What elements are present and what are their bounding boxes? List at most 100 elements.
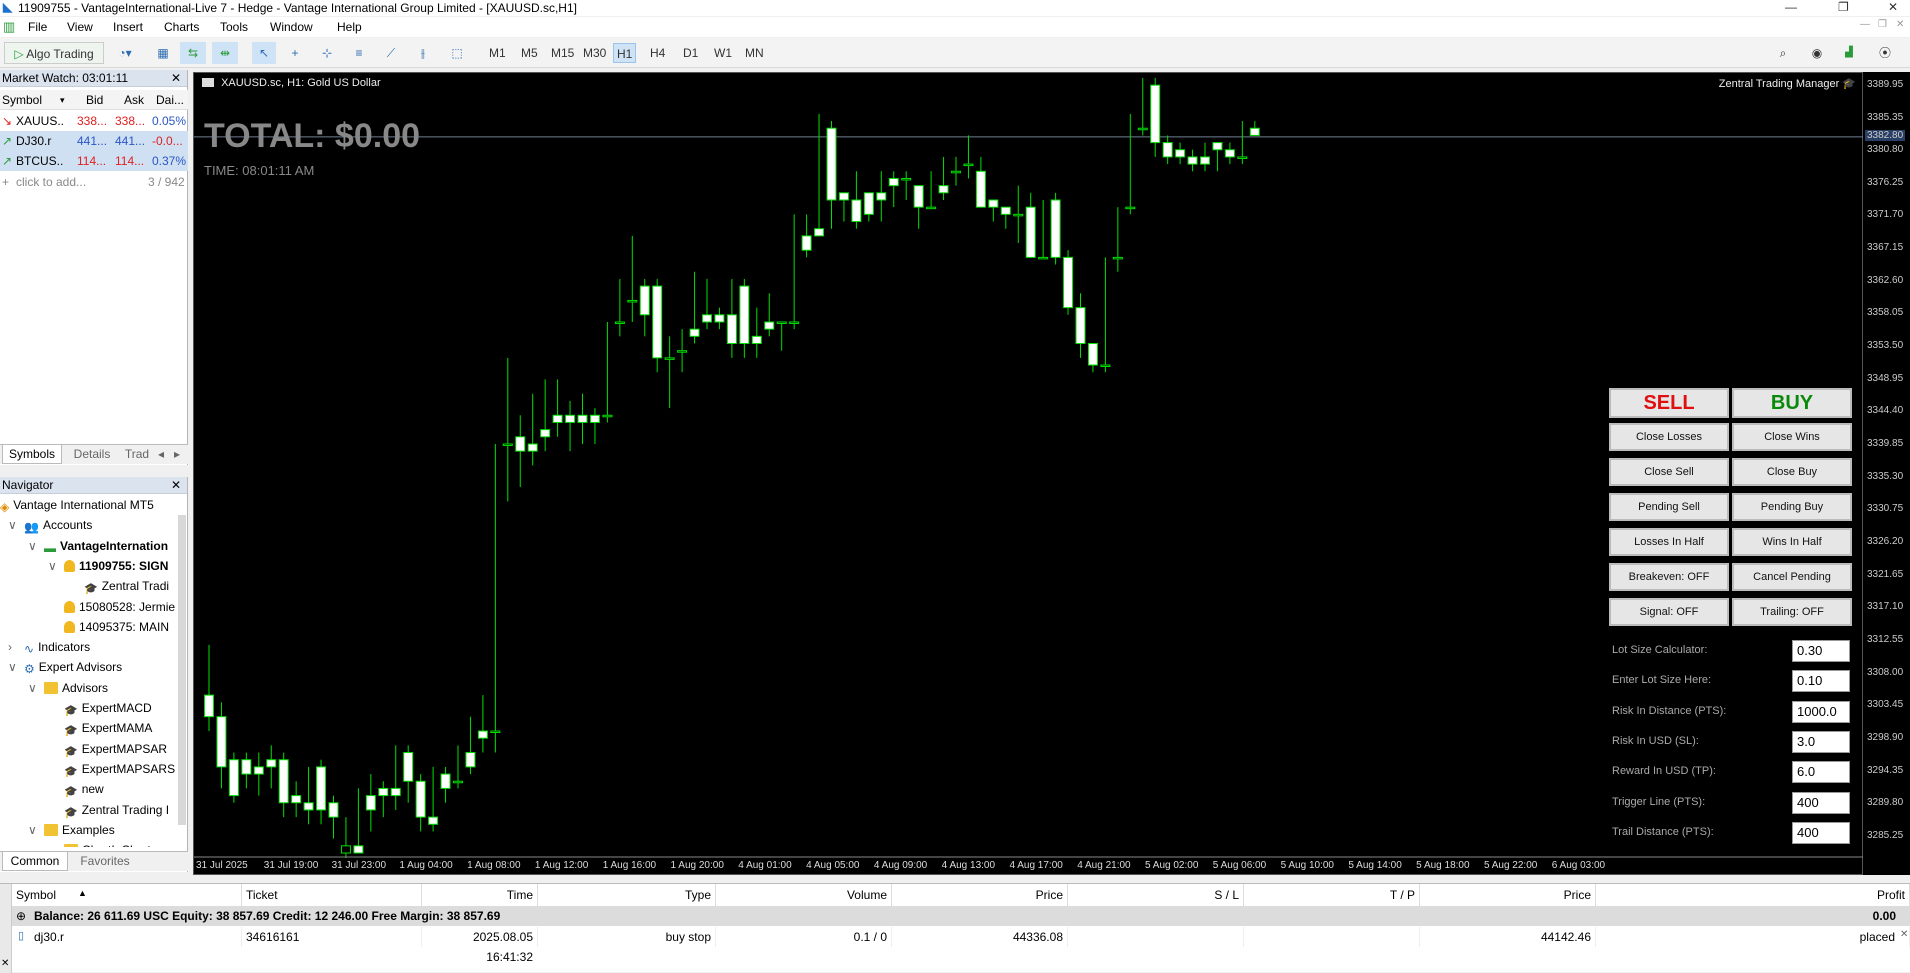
tf-h1[interactable]: H1 [613, 43, 637, 63]
trail-distance-input[interactable]: 400 [1792, 821, 1850, 844]
tf-w1[interactable]: W1 [711, 43, 735, 63]
cancel-order-icon[interactable]: ✕ [1900, 929, 1908, 940]
chart-shift-icon[interactable]: ⇹ [212, 42, 238, 64]
shapes-icon[interactable]: ⬚ [446, 42, 468, 64]
lot-size-calculator[interactable]: 0.30 [1792, 640, 1850, 662]
navigator-item[interactable]: 🎓 new [0, 779, 178, 799]
maximize-icon[interactable]: ❐ [1838, 0, 1849, 14]
col-daily[interactable]: Dai... [156, 90, 184, 110]
navigator-scrollbar[interactable] [178, 515, 186, 825]
col-ask[interactable]: Ask [124, 90, 144, 110]
menu-help[interactable]: Help [337, 20, 362, 34]
menu-view[interactable]: View [67, 20, 93, 34]
tf-d1[interactable]: D1 [680, 43, 701, 63]
menu-window[interactable]: Window [270, 20, 313, 34]
navigator-item[interactable]: › ChartInChart [0, 840, 178, 847]
expand-icon[interactable]: ∨ [28, 678, 37, 698]
menu-insert[interactable]: Insert [113, 20, 143, 34]
navigator-item[interactable]: 14095375: MAIN [0, 617, 178, 637]
expand-icon[interactable]: › [48, 840, 52, 847]
col-symbol[interactable]: Symbol [2, 90, 42, 110]
close-icon[interactable]: ✕ [1888, 0, 1898, 14]
minimize-icon[interactable]: — [1785, 0, 1797, 14]
menu-tools[interactable]: Tools [220, 20, 248, 34]
child-restore-icon[interactable]: ❐ [1878, 19, 1887, 30]
menu-charts[interactable]: Charts [164, 20, 199, 34]
tab-common[interactable]: Common [2, 852, 68, 871]
tf-m30[interactable]: M30 [580, 43, 609, 63]
sell-button[interactable]: SELL [1609, 388, 1729, 418]
tf-h4[interactable]: H4 [647, 43, 668, 63]
tab-symbols[interactable]: Symbols [2, 445, 62, 464]
expand-icon[interactable]: ∨ [8, 657, 17, 677]
autoscroll-icon[interactable]: ⇆ [180, 42, 206, 64]
search-icon[interactable]: ⌕ [1772, 42, 1794, 64]
market-watch-row[interactable]: ↘ XAUUS... 338... 338... 0.05% [0, 111, 188, 131]
child-close-icon[interactable]: ✕ [1896, 19, 1904, 30]
col-type[interactable]: Type [538, 884, 716, 906]
col-profit[interactable]: Profit [1596, 884, 1910, 906]
tab-right-icon[interactable]: ▸ [170, 445, 184, 464]
col-cur-price[interactable]: Price [1420, 884, 1596, 906]
reward-usd-input[interactable]: 6.0 [1792, 761, 1850, 784]
navigator-item[interactable]: 15080528: Jermie [0, 597, 178, 617]
navigator-item[interactable]: ∨ Advisors [0, 678, 178, 698]
trigger-line-input[interactable]: 400 [1792, 791, 1850, 814]
hline-icon[interactable]: ⊹ [316, 42, 338, 64]
navigator-item[interactable]: › ∿ Indicators [0, 637, 178, 657]
col-time[interactable]: Time [422, 884, 538, 906]
buy-button[interactable]: BUY [1732, 388, 1852, 418]
close-losses-button[interactable]: Close Losses [1609, 423, 1729, 451]
market-watch-row[interactable]: ↗ BTCUS... 114... 114... 0.37% [0, 151, 188, 171]
pending-buy-button[interactable]: Pending Buy [1732, 493, 1852, 521]
tab-left-icon[interactable]: ◂ [154, 445, 168, 464]
close-sell-button[interactable]: Close Sell [1609, 458, 1729, 486]
notifications-icon[interactable]: ⦿ [1870, 42, 1900, 64]
navigator-item[interactable]: 🎓 ExpertMAPSAR [0, 739, 178, 759]
vline-icon[interactable]: ⫲ [412, 42, 434, 64]
tf-mn[interactable]: MN [742, 43, 767, 63]
col-tp[interactable]: T / P [1244, 884, 1420, 906]
market-watch-row[interactable]: ↗ DJ30.r 441... 441... -0.0... [0, 131, 188, 151]
col-ticket[interactable]: Ticket [242, 884, 422, 906]
wins-in-half-button[interactable]: Wins In Half [1732, 528, 1852, 556]
navigator-item[interactable]: 🎓 Zentral Trading I [0, 800, 178, 820]
navigator-item[interactable]: ∨ ⚙ Expert Advisors [0, 657, 178, 677]
navigator-item[interactable]: 🎓 Zentral Tradi [0, 576, 178, 596]
signal-level-icon[interactable]: ▟ [1838, 42, 1860, 64]
expand-icon[interactable]: ∨ [8, 515, 17, 535]
close-icon[interactable]: ✕ [171, 477, 181, 494]
tf-m5[interactable]: M5 [518, 43, 541, 63]
expand-icon[interactable]: › [8, 637, 12, 657]
risk-distance-input[interactable]: 1000.0 [1792, 700, 1850, 723]
col-volume[interactable]: Volume [716, 884, 892, 906]
navigator-item[interactable]: ◈ Vantage International MT5 [0, 495, 178, 515]
cancel-pending-button[interactable]: Cancel Pending [1732, 563, 1852, 591]
expand-icon[interactable]: ∨ [28, 820, 37, 840]
col-sl[interactable]: S / L [1068, 884, 1244, 906]
navigator-item[interactable]: 🎓 ExpertMACD [0, 698, 178, 718]
navigator-item[interactable]: ∨ ▬ VantageInternation [0, 536, 178, 556]
col-bid[interactable]: Bid [86, 90, 103, 110]
close-icon[interactable]: ✕ [171, 70, 181, 87]
grid-icon[interactable]: ▦ [152, 42, 174, 64]
expand-icon[interactable]: ⊕ [16, 906, 26, 926]
tab-trading[interactable]: Trad [122, 445, 152, 464]
navigator-item[interactable]: 🎓 ExpertMAMA [0, 718, 178, 738]
crosshair-icon[interactable]: + [284, 42, 306, 64]
child-minimize-icon[interactable]: — [1860, 19, 1870, 30]
clock-icon[interactable]: ◔▾ [110, 42, 140, 64]
pending-sell-button[interactable]: Pending Sell [1609, 493, 1729, 521]
tab-details[interactable]: Details [64, 445, 120, 464]
breakeven-button[interactable]: Breakeven: OFF [1609, 563, 1729, 591]
navigator-item[interactable]: ∨ Examples [0, 820, 178, 840]
risk-usd-input[interactable]: 3.0 [1792, 730, 1850, 753]
tab-favorites[interactable]: Favorites [72, 852, 138, 871]
trendline-icon[interactable]: ⟋ [380, 42, 402, 64]
lot-size-input[interactable]: 0.10 [1792, 670, 1850, 693]
col-symbol[interactable]: Symbol [12, 884, 242, 906]
navigator-item[interactable]: 🎓 ExpertMAPSARS [0, 759, 178, 779]
navigator-item[interactable]: ∨ 👥 Accounts [0, 515, 178, 535]
signal-button[interactable]: Signal: OFF [1609, 598, 1729, 626]
trailing-button[interactable]: Trailing: OFF [1732, 598, 1852, 626]
